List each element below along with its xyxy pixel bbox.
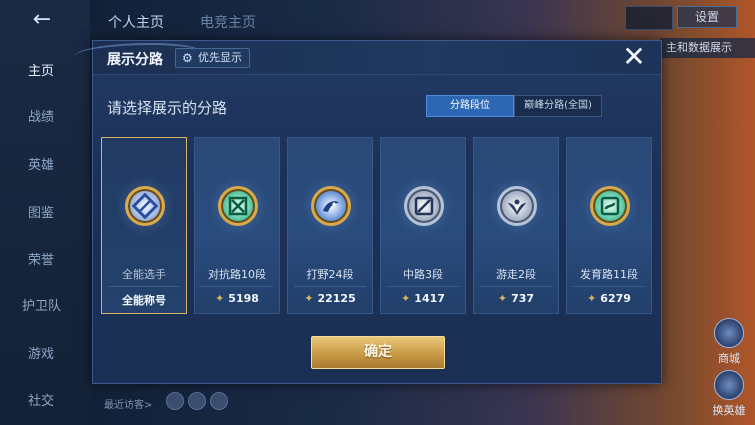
lane-card-roam[interactable]: 游走2段 ✦ 737 <box>473 137 559 314</box>
score-value: 6279 <box>600 292 631 305</box>
shop-button[interactable]: 商城 <box>709 318 749 366</box>
dialog-title: 展示分路 <box>107 52 163 68</box>
card-divider <box>201 286 273 287</box>
lane-card-clash[interactable]: 对抗路10段 ✦ 5198 <box>194 137 280 314</box>
lane-card-all-rounder[interactable]: 全能选手 全能称号 <box>101 137 187 314</box>
card-label: 中路3段 <box>403 268 443 281</box>
rank-icon: ✦ <box>497 292 508 305</box>
sidebar-item-codex[interactable]: 图鉴 <box>0 204 90 224</box>
card-divider <box>294 286 366 287</box>
back-arrow-icon[interactable]: ← <box>22 8 62 32</box>
clash-lane-badge-icon <box>218 186 258 226</box>
tab-lane-rank[interactable]: 分路段位 <box>426 95 514 117</box>
card-divider <box>573 286 645 287</box>
rank-icon: ✦ <box>304 292 314 305</box>
data-display-tag[interactable]: 主和数据展示 <box>660 38 755 58</box>
shop-label: 商城 <box>718 352 740 365</box>
sidebar-item-heroes[interactable]: 英雄 <box>0 156 90 176</box>
close-icon[interactable]: ✕ <box>619 43 649 73</box>
card-divider <box>480 286 552 287</box>
visitor-avatar[interactable] <box>166 392 184 410</box>
settings-button[interactable]: 设置 <box>677 6 737 28</box>
tab-profile[interactable]: 个人主页 <box>108 12 164 32</box>
sidebar-item-honor[interactable]: 荣誉 <box>0 251 90 271</box>
score-value: 5198 <box>228 292 259 305</box>
switch-hero-button[interactable]: 换英雄 <box>709 370 749 418</box>
lane-card-mid[interactable]: 中路3段 ✦ 1417 <box>380 137 466 314</box>
visitor-avatar[interactable] <box>188 392 206 410</box>
confirm-button[interactable]: 确定 <box>311 336 445 369</box>
card-score: ✦ 5198 <box>195 292 279 305</box>
recent-visitors-link[interactable]: 最近访客> <box>104 396 152 411</box>
card-divider <box>108 286 180 287</box>
card-score: ✦ 6279 <box>567 292 651 305</box>
farm-lane-badge-icon <box>590 186 630 226</box>
dialog-subtitle: 请选择展示的分路 <box>107 99 228 117</box>
mid-lane-badge-icon <box>404 186 444 226</box>
gear-icon: ⚙ <box>182 51 193 65</box>
card-label: 游走2段 <box>496 268 536 281</box>
lane-card-list: 全能选手 全能称号 对抗路10段 ✦ 5198 打野24段 ✦ 22125 中路… <box>101 137 656 317</box>
sidebar-item-games[interactable]: 游戏 <box>0 345 90 365</box>
card-label: 发育路11段 <box>580 268 638 281</box>
tab-peak-lane[interactable]: 巅峰分路(全国) <box>514 95 602 117</box>
card-label: 打野24段 <box>306 268 354 281</box>
card-title: 全能称号 <box>122 294 166 307</box>
sidebar-item-social[interactable]: 社交 <box>0 392 90 412</box>
lane-display-dialog: 展示分路 ⚙ 优先显示 ✕ 请选择展示的分路 分路段位 巅峰分路(全国) 全能选… <box>73 40 662 384</box>
card-label: 全能选手 <box>122 268 166 281</box>
score-value: 1417 <box>414 292 445 305</box>
sidebar-item-record[interactable]: 战绩 <box>0 108 90 128</box>
card-score: ✦ 22125 <box>288 292 372 305</box>
rank-icon: ✦ <box>587 292 597 305</box>
sidebar-item-guard[interactable]: 护卫队 <box>0 297 90 317</box>
score-value: 22125 <box>317 292 356 305</box>
all-rounder-badge-icon <box>125 186 165 226</box>
roam-badge-icon <box>497 186 537 226</box>
card-label: 对抗路10段 <box>208 268 266 281</box>
jungle-badge-icon <box>311 186 351 226</box>
lane-card-farm[interactable]: 发育路11段 ✦ 6279 <box>566 137 652 314</box>
dialog-header: 展示分路 ⚙ 优先显示 ✕ <box>73 41 661 75</box>
lane-card-jungle[interactable]: 打野24段 ✦ 22125 <box>287 137 373 314</box>
rank-icon: ✦ <box>215 292 225 305</box>
switch-hero-label: 换英雄 <box>712 404 746 417</box>
priority-display-button[interactable]: ⚙ 优先显示 <box>175 48 250 68</box>
tab-esports[interactable]: 电竞主页 <box>200 12 256 32</box>
visitor-avatar[interactable] <box>210 392 228 410</box>
card-score: ✦ 1417 <box>381 292 465 305</box>
score-value: 737 <box>511 292 535 305</box>
header-chip[interactable] <box>625 6 673 30</box>
card-divider <box>387 286 459 287</box>
shop-icon <box>714 318 744 348</box>
rank-icon: ✦ <box>401 292 411 305</box>
priority-display-label: 优先显示 <box>198 51 242 64</box>
card-score: ✦ 737 <box>474 292 558 305</box>
switch-hero-icon <box>714 370 744 400</box>
